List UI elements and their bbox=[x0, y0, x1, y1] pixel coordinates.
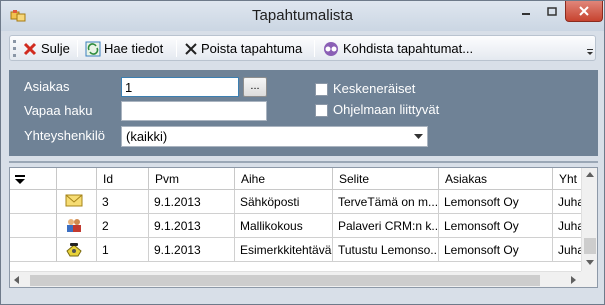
column-chooser[interactable] bbox=[10, 168, 57, 190]
table-cell[interactable]: Juha bbox=[553, 190, 581, 214]
row-header[interactable] bbox=[10, 190, 57, 214]
vertical-scroll-thumb[interactable] bbox=[584, 238, 596, 254]
table-cell[interactable]: Sähköposti bbox=[235, 190, 333, 214]
close-button[interactable]: Sulje bbox=[20, 39, 72, 58]
column-header-date[interactable]: Pvm bbox=[149, 168, 235, 190]
window: Tapahtumalista Sulje Hae tiedot Poista t… bbox=[0, 0, 605, 305]
table-cell[interactable]: Juha bbox=[553, 238, 581, 262]
row-header[interactable] bbox=[10, 238, 57, 262]
vertical-scrollbar[interactable] bbox=[581, 168, 597, 271]
toolbar-separator bbox=[77, 40, 78, 57]
customer-browse-button[interactable]: ... bbox=[243, 77, 267, 97]
column-header-id[interactable]: Id bbox=[97, 168, 149, 190]
horizontal-scrollbar[interactable] bbox=[10, 271, 581, 287]
program-related-checkbox[interactable] bbox=[315, 104, 328, 117]
table-cell[interactable]: 9.1.2013 bbox=[149, 190, 235, 214]
assign-events-button[interactable]: Kohdista tapahtumat... bbox=[320, 39, 475, 58]
row-icon-cell[interactable] bbox=[57, 238, 97, 262]
unfinished-label: Keskeneräiset bbox=[333, 81, 416, 96]
maximize-icon bbox=[547, 6, 557, 16]
chevron-down-icon[interactable] bbox=[410, 127, 427, 146]
table-cell[interactable]: 9.1.2013 bbox=[149, 238, 235, 262]
fetch-button[interactable]: Hae tiedot bbox=[83, 39, 165, 58]
table-cell[interactable]: Lemonsoft Oy bbox=[439, 214, 553, 238]
program-related-label: Ohjelmaan liittyvät bbox=[333, 102, 440, 117]
table-cell[interactable]: TerveTämä on m... bbox=[333, 190, 439, 214]
envelope-icon bbox=[65, 194, 83, 207]
black-x-icon bbox=[185, 42, 197, 55]
maximize-button[interactable] bbox=[539, 1, 565, 22]
close-icon bbox=[579, 6, 589, 16]
scroll-down-icon[interactable] bbox=[586, 260, 594, 265]
row-icon-cell[interactable] bbox=[57, 214, 97, 238]
row-header[interactable] bbox=[10, 214, 57, 238]
table-cell[interactable]: Lemonsoft Oy bbox=[439, 190, 553, 214]
column-header-icon[interactable] bbox=[57, 168, 97, 190]
customer-input[interactable] bbox=[121, 77, 239, 97]
assign-label: Kohdista tapahtumat... bbox=[343, 41, 474, 56]
customer-label: Asiakas bbox=[24, 79, 70, 94]
filter-arrow-icon bbox=[15, 175, 25, 184]
table-cell[interactable]: Esimerkkitehtävä bbox=[235, 238, 333, 262]
title-bar[interactable]: Tapahtumalista bbox=[1, 1, 604, 31]
table-cell[interactable]: Tutustu Lemonso... bbox=[333, 238, 439, 262]
phone-icon bbox=[66, 243, 82, 257]
splitter[interactable] bbox=[9, 161, 598, 163]
filter-panel: Asiakas ... Vapaa haku Yhteyshenkilö (ka… bbox=[9, 70, 598, 156]
contact-select-value: (kaikki) bbox=[126, 129, 168, 144]
table-cell[interactable]: Mallikokous bbox=[235, 214, 333, 238]
delete-label: Poista tapahtuma bbox=[201, 41, 303, 56]
scroll-up-icon[interactable] bbox=[586, 172, 594, 177]
column-header-subject[interactable]: Aihe bbox=[235, 168, 333, 190]
toolbar-overflow-icon[interactable] bbox=[585, 40, 595, 58]
column-header-customer[interactable]: Asiakas bbox=[439, 168, 553, 190]
contact-label: Yhteyshenkilö bbox=[24, 128, 105, 143]
table-cell[interactable]: 2 bbox=[97, 214, 149, 238]
table-cell[interactable]: Juha bbox=[553, 214, 581, 238]
toolbar: Sulje Hae tiedot Poista tapahtuma Kohdis… bbox=[9, 35, 596, 61]
scroll-right-icon[interactable] bbox=[571, 276, 576, 284]
row-icon-cell[interactable] bbox=[57, 190, 97, 214]
freesearch-input[interactable] bbox=[121, 101, 267, 121]
close-label: Sulje bbox=[41, 41, 70, 56]
refresh-icon bbox=[85, 41, 101, 56]
assign-icon bbox=[324, 41, 338, 56]
unfinished-checkbox[interactable] bbox=[315, 83, 328, 96]
meeting-icon bbox=[67, 219, 81, 232]
fetch-label: Hae tiedot bbox=[104, 41, 164, 56]
minimize-button[interactable] bbox=[512, 1, 539, 22]
table-cell[interactable]: 9.1.2013 bbox=[149, 214, 235, 238]
scroll-left-icon[interactable] bbox=[14, 276, 19, 284]
freesearch-label: Vapaa haku bbox=[24, 103, 93, 118]
table-cell[interactable]: 3 bbox=[97, 190, 149, 214]
minimize-icon bbox=[521, 12, 530, 15]
scroll-corner bbox=[581, 271, 597, 287]
toolbar-grip[interactable] bbox=[13, 40, 16, 57]
close-window-button[interactable] bbox=[565, 1, 603, 22]
horizontal-scroll-thumb[interactable] bbox=[30, 275, 540, 286]
red-x-icon bbox=[23, 42, 37, 55]
table-cell[interactable]: Palaveri CRM:n k... bbox=[333, 214, 439, 238]
table-cell[interactable]: 1 bbox=[97, 238, 149, 262]
column-header-description[interactable]: Selite bbox=[333, 168, 439, 190]
events-grid: Id Pvm Aihe Selite Asiakas Yht 3 9.1.201… bbox=[9, 167, 598, 288]
column-header-contact[interactable]: Yht bbox=[553, 168, 581, 190]
toolbar-separator bbox=[176, 40, 177, 57]
toolbar-separator bbox=[314, 40, 315, 57]
table-cell[interactable]: Lemonsoft Oy bbox=[439, 238, 553, 262]
delete-event-button[interactable]: Poista tapahtuma bbox=[182, 39, 304, 58]
contact-select[interactable]: (kaikki) bbox=[121, 126, 428, 147]
